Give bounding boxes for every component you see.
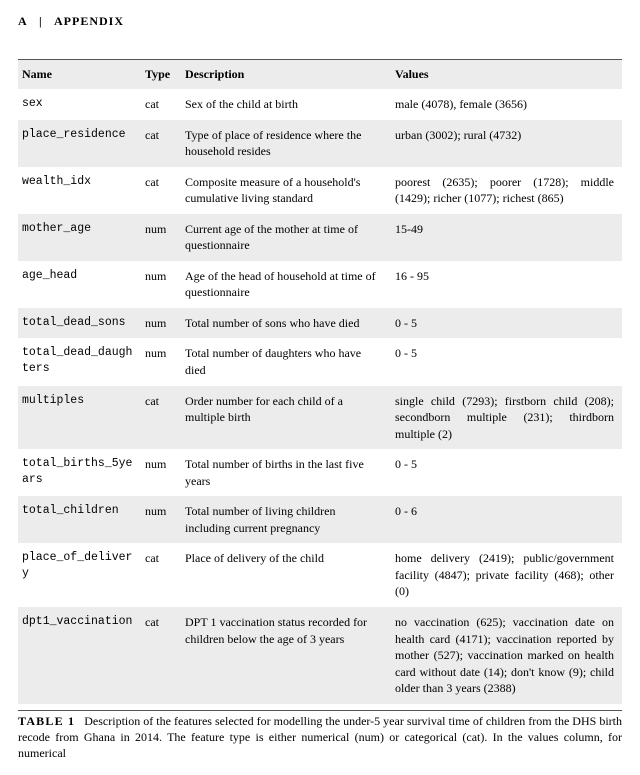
table-caption: TABLE 1 Description of the features sele… [18,710,622,762]
header-values: Values [391,60,622,90]
cell-name: total_births_5years [18,449,141,496]
table-row: age_headnumAge of the head of household … [18,261,622,308]
cell-name: total_children [18,496,141,543]
header-description: Description [181,60,391,90]
cell-values: urban (3002); rural (4732) [391,120,622,167]
table-header-row: Name Type Description Values [18,60,622,90]
table-row: sexcatSex of the child at birthmale (407… [18,89,622,120]
cell-name: mother_age [18,214,141,261]
table-row: place_residencecatType of place of resid… [18,120,622,167]
cell-name: dpt1_vaccination [18,607,141,704]
cell-type: num [141,496,181,543]
heading-letter: A [18,14,27,28]
cell-description: Total number of births in the last five … [181,449,391,496]
cell-description: Composite measure of a household's cumul… [181,167,391,214]
table-row: total_births_5yearsnumTotal number of bi… [18,449,622,496]
cell-values: no vaccination (625); vaccination date o… [391,607,622,704]
cell-description: DPT 1 vaccination status recorded for ch… [181,607,391,704]
cell-name: total_dead_daughters [18,338,141,385]
cell-type: cat [141,89,181,120]
table-row: total_childrennumTotal number of living … [18,496,622,543]
cell-type: num [141,338,181,385]
cell-values: 0 - 6 [391,496,622,543]
heading-separator: | [39,14,43,28]
cell-name: multiples [18,386,141,450]
table-row: dpt1_vaccinationcatDPT 1 vaccination sta… [18,607,622,704]
cell-description: Order number for each child of a multipl… [181,386,391,450]
cell-values: home delivery (2419); public/government … [391,543,622,607]
cell-description: Age of the head of household at time of … [181,261,391,308]
cell-name: total_dead_sons [18,308,141,339]
cell-values: 0 - 5 [391,338,622,385]
cell-name: place_of_delivery [18,543,141,607]
cell-values: male (4078), female (3656) [391,89,622,120]
cell-type: num [141,449,181,496]
cell-values: 0 - 5 [391,449,622,496]
table-row: wealth_idxcatComposite measure of a hous… [18,167,622,214]
cell-description: Current age of the mother at time of que… [181,214,391,261]
appendix-heading: A | APPENDIX [18,14,622,29]
cell-values: single child (7293); firstborn child (20… [391,386,622,450]
cell-type: num [141,214,181,261]
cell-type: cat [141,120,181,167]
cell-description: Sex of the child at birth [181,89,391,120]
cell-description: Total number of sons who have died [181,308,391,339]
cell-values: poorest (2635); poorer (1728); middle (1… [391,167,622,214]
cell-values: 15-49 [391,214,622,261]
header-name: Name [18,60,141,90]
cell-description: Place of delivery of the child [181,543,391,607]
cell-type: cat [141,607,181,704]
cell-description: Total number of living children includin… [181,496,391,543]
cell-name: place_residence [18,120,141,167]
cell-description: Total number of daughters who have died [181,338,391,385]
table-row: multiplescatOrder number for each child … [18,386,622,450]
table-row: total_dead_sonsnumTotal number of sons w… [18,308,622,339]
table-row: total_dead_daughtersnumTotal number of d… [18,338,622,385]
cell-type: cat [141,543,181,607]
cell-type: cat [141,386,181,450]
cell-name: wealth_idx [18,167,141,214]
cell-values: 0 - 5 [391,308,622,339]
cell-values: 16 - 95 [391,261,622,308]
cell-name: age_head [18,261,141,308]
cell-description: Type of place of residence where the hou… [181,120,391,167]
cell-type: cat [141,167,181,214]
cell-type: num [141,261,181,308]
cell-type: num [141,308,181,339]
caption-text: Description of the features selected for… [18,714,622,760]
cell-name: sex [18,89,141,120]
table-row: place_of_deliverycatPlace of delivery of… [18,543,622,607]
heading-text: APPENDIX [54,14,124,28]
header-type: Type [141,60,181,90]
table-row: mother_agenumCurrent age of the mother a… [18,214,622,261]
features-table: Name Type Description Values sexcatSex o… [18,59,622,704]
